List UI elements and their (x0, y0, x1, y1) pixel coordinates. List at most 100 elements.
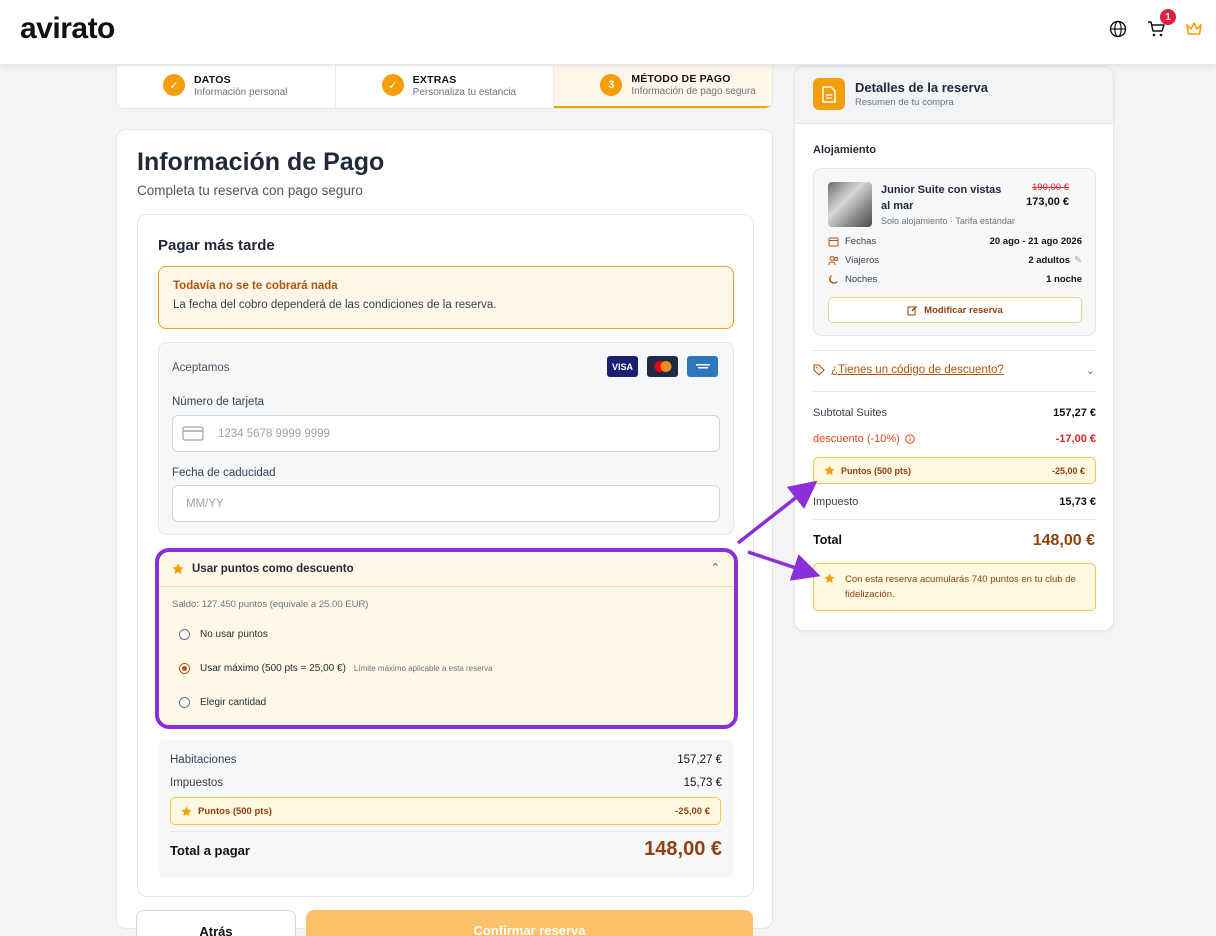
payment-summary: Habitaciones 157,27 € Impuestos 15,73 € … (158, 740, 734, 878)
star-icon (172, 563, 184, 575)
points-panel-header[interactable]: Usar puntos como descuento ⌃ (159, 552, 734, 587)
card-number-field[interactable]: 1234 5678 9999 9999 (172, 415, 720, 452)
summary-points-row: Puntos (500 pts) -25,00 € (170, 797, 721, 825)
tax-value: 15,73 € (1059, 496, 1096, 508)
back-button[interactable]: Atrás (136, 910, 296, 936)
option-max-points[interactable]: Usar máximo (500 pts = 25,00 €) Límite m… (179, 663, 493, 674)
option-hint: Límite máximo aplicable a esta reserva (353, 664, 493, 673)
rooms-label: Habitaciones (170, 754, 237, 766)
room-card: Junior Suite con vistas al mar 190,00 € … (813, 168, 1096, 336)
expiry-placeholder: MM/YY (186, 497, 224, 510)
moon-icon (828, 274, 839, 285)
booking-details-header: Detalles de la reserva Resumen de tu com… (795, 67, 1113, 124)
page-subtitle: Completa tu reserva con pago seguro (137, 183, 363, 198)
brand-logo[interactable]: avirato (20, 12, 115, 46)
radio-button[interactable] (179, 629, 190, 640)
tax-row: Impuesto 15,73 € (813, 496, 1096, 508)
card-number-label: Número de tarjeta (172, 396, 265, 408)
expiry-field[interactable]: MM/YY (172, 485, 720, 522)
points-discount-panel: Usar puntos como descuento ⌃ Saldo: 127.… (155, 548, 738, 729)
step-title: DATOS (194, 74, 231, 86)
dates-row: Fechas 20 ago - 21 ago 2026 (828, 236, 1082, 247)
chevron-up-icon[interactable]: ⌃ (711, 561, 720, 574)
crown-icon[interactable] (1183, 18, 1205, 40)
accepted-cards-label: Aceptamos (172, 362, 230, 374)
step-complete-icon: ✓ (163, 74, 185, 96)
modify-booking-label: Modificar reserva (924, 304, 1003, 316)
step-extras[interactable]: ✓ EXTRAS Personaliza tu estancia (336, 66, 555, 108)
booking-details-subtitle: Resumen de tu compra (855, 97, 954, 108)
step-datos[interactable]: ✓ DATOS Información personal (117, 66, 336, 108)
amex-icon (687, 356, 718, 377)
section-title: Pagar más tarde (158, 237, 275, 254)
room-rate-info: Solo alojamiento · Tarifa estándar (881, 216, 1015, 226)
original-price: 190,00 € (1032, 182, 1069, 193)
booking-details-panel: Detalles de la reserva Resumen de tu com… (794, 66, 1114, 631)
total-label: Total (813, 533, 842, 547)
star-icon (824, 465, 835, 476)
nights-value: 1 noche (1046, 274, 1082, 285)
accommodation-heading: Alojamiento (813, 144, 876, 156)
option-label: No usar puntos (200, 629, 268, 640)
points-label: Puntos (500 pts) (841, 465, 912, 476)
room-name: Junior Suite con vistas al mar (881, 184, 1002, 212)
step-number: 3 (600, 74, 623, 96)
subtotal-label: Subtotal Suites (813, 407, 887, 419)
step-complete-icon: ✓ (381, 74, 404, 96)
option-label: Usar máximo (500 pts = 25,00 €) (200, 663, 346, 674)
discount-row: descuento (-10%) -17,00 € (813, 433, 1096, 445)
points-balance: Saldo: 127.450 puntos (equivale a 25.00 … (172, 599, 369, 610)
mastercard-icon (647, 356, 678, 377)
star-icon (181, 805, 192, 817)
radio-button[interactable] (179, 697, 190, 708)
travelers-value: 2 adultos (1028, 255, 1071, 266)
credit-card-icon (182, 426, 204, 441)
notice-title: Todavía no se te cobrará nada (173, 280, 338, 292)
step-title: MÉTODO DE PAGO (631, 73, 731, 85)
summary-taxes-row: Impuestos 15,73 € (170, 777, 722, 789)
modify-booking-button[interactable]: Modificar reserva (828, 297, 1082, 323)
calendar-icon (828, 236, 839, 247)
visa-icon: VISA (607, 356, 638, 377)
discount-code-link[interactable]: ¿Tienes un código de descuento? (813, 364, 1004, 376)
users-icon (828, 255, 839, 266)
option-no-points[interactable]: No usar puntos (179, 629, 268, 640)
step-title: EXTRAS (412, 74, 457, 86)
summary-rooms-row: Habitaciones 157,27 € (170, 754, 722, 766)
step-subtitle: Información personal (194, 87, 288, 98)
chevron-down-icon[interactable]: ⌄ (1086, 364, 1095, 377)
discount-label: descuento (-10%) (813, 433, 900, 445)
confirm-booking-button[interactable]: Confirmar reserva (306, 910, 753, 936)
loyalty-earn-text: Con esta reserva acumularás 740 puntos e… (845, 574, 1076, 600)
pencil-icon[interactable]: ✎ (1074, 255, 1082, 266)
tax-label: Impuesto (813, 496, 859, 508)
points-value: -25,00 € (1051, 465, 1085, 476)
receipt-icon (813, 78, 845, 110)
expiry-label: Fecha de caducidad (172, 467, 276, 479)
rooms-value: 157,27 € (677, 754, 722, 766)
subtotal-value: 157,27 € (1053, 407, 1096, 419)
loyalty-earn-notice: Con esta reserva acumularás 740 puntos e… (813, 563, 1096, 611)
top-bar: avirato 1 (0, 0, 1216, 64)
star-icon (824, 573, 835, 589)
discount-value: -17,00 € (1055, 433, 1096, 445)
option-label: Elegir cantidad (200, 697, 267, 708)
payment-card: Información de Pago Completa tu reserva … (116, 129, 773, 929)
points-value: -25,00 € (675, 805, 710, 817)
step-metodo-pago[interactable]: 3 MÉTODO DE PAGO Información de pago segu… (554, 66, 772, 108)
total-value: 148,00 € (1032, 532, 1095, 549)
info-icon[interactable] (905, 434, 915, 444)
globe-icon[interactable] (1107, 18, 1129, 40)
notice-text: La fecha del cobro dependerá de las cond… (173, 299, 497, 311)
divider (813, 519, 1096, 520)
total-label: Total a pagar (170, 843, 250, 858)
radio-button-selected[interactable] (179, 663, 190, 674)
discount-code-label: ¿Tienes un código de descuento? (831, 364, 1004, 376)
taxes-value: 15,73 € (683, 777, 722, 789)
option-choose-amount[interactable]: Elegir cantidad (179, 697, 266, 708)
edit-icon (907, 305, 918, 316)
tag-icon (813, 364, 825, 376)
step-subtitle: Personaliza tu estancia (412, 87, 517, 98)
dates-value: 20 ago - 21 ago 2026 (989, 236, 1082, 247)
points-row: Puntos (500 pts) -25,00 € (813, 457, 1096, 484)
